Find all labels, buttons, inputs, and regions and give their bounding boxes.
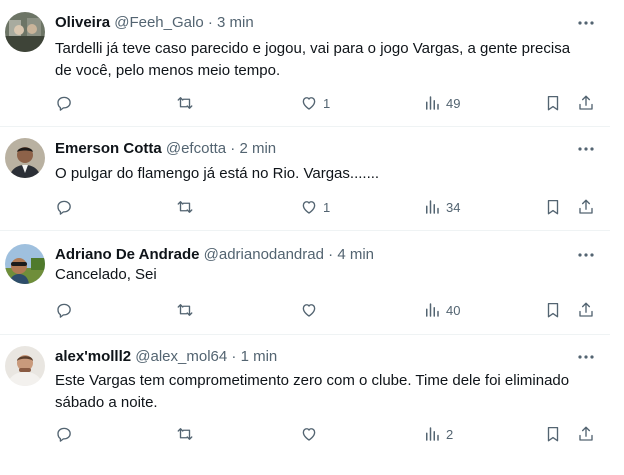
more-icon[interactable] <box>576 142 596 156</box>
reply-icon <box>57 200 71 215</box>
views-icon <box>426 303 439 317</box>
tweet-header: Oliveira @Feeh_Galo · 3 min <box>55 14 254 32</box>
like-button[interactable] <box>300 299 323 321</box>
reply-icon <box>57 96 71 111</box>
heart-icon <box>302 428 316 441</box>
share-button[interactable] <box>577 196 595 218</box>
bookmark-button[interactable] <box>544 196 562 218</box>
display-name[interactable]: Adriano De Andrade <box>55 246 199 263</box>
tweet-header: Emerson Cotta @efcotta · 2 min <box>55 140 276 158</box>
retweet-icon <box>177 97 193 109</box>
views-icon <box>426 427 439 441</box>
share-button[interactable] <box>577 299 595 321</box>
views-icon <box>426 96 439 110</box>
share-button[interactable] <box>577 423 595 445</box>
reply-feed: Oliveira @Feeh_Galo · 3 min Tardelli já … <box>0 0 624 475</box>
reply-icon <box>57 427 71 442</box>
like-button[interactable]: 1 <box>300 196 330 218</box>
view-count: 2 <box>446 426 454 442</box>
separator: · <box>227 348 241 365</box>
view-count: 34 <box>446 199 461 215</box>
tweet-text: O pulgar do flamengo já está no Rio. Var… <box>55 165 380 182</box>
like-button[interactable] <box>300 423 323 445</box>
share-icon <box>579 199 593 214</box>
tweet-item[interactable]: Emerson Cotta @efcotta · 2 min O pulgar … <box>0 126 610 231</box>
tweet-header: Adriano De Andrade @adrianodandrad · 4 m… <box>55 246 374 264</box>
tweet-actions: 2 <box>0 423 610 445</box>
tweet-text: Tardelli já teve caso parecido e jogou, … <box>55 40 571 79</box>
tweet-item[interactable]: Adriano De Andrade @adrianodandrad · 4 m… <box>0 230 610 335</box>
share-icon <box>579 95 593 110</box>
avatar[interactable] <box>5 346 45 386</box>
tweet-item[interactable]: alex'molll2 @alex_mol64 · 1 min Este Var… <box>0 334 610 475</box>
heart-icon <box>302 304 316 317</box>
retweet-button[interactable] <box>176 423 194 445</box>
bookmark-button[interactable] <box>544 92 562 114</box>
user-handle[interactable]: @adrianodandrad <box>204 246 324 263</box>
more-icon[interactable] <box>576 248 596 262</box>
views-button[interactable]: 34 <box>423 196 460 218</box>
bookmark-icon <box>547 302 559 318</box>
views-icon <box>426 200 439 214</box>
tweet-actions: 1 34 <box>0 196 610 218</box>
timestamp[interactable]: 3 min <box>217 14 254 31</box>
display-name[interactable]: alex'molll2 <box>55 348 131 365</box>
retweet-icon <box>177 428 193 440</box>
avatar[interactable] <box>5 138 45 178</box>
avatar[interactable] <box>5 244 45 284</box>
tweet-text: Cancelado, Sei <box>55 266 157 283</box>
share-icon <box>579 426 593 441</box>
more-icon[interactable] <box>576 16 596 30</box>
avatar[interactable] <box>5 12 45 52</box>
views-button[interactable]: 49 <box>423 92 460 114</box>
views-button[interactable]: 2 <box>423 423 453 445</box>
views-button[interactable]: 40 <box>423 299 460 321</box>
tweet-text: Este Vargas tem comprometimento zero com… <box>55 372 570 411</box>
view-count: 40 <box>446 302 461 318</box>
share-icon <box>579 302 593 317</box>
like-button[interactable]: 1 <box>300 92 330 114</box>
bookmark-icon <box>547 426 559 442</box>
heart-icon <box>302 97 316 110</box>
user-handle[interactable]: @alex_mol64 <box>135 348 227 365</box>
bookmark-icon <box>547 95 559 111</box>
reply-icon <box>57 303 71 318</box>
timestamp[interactable]: 4 min <box>337 246 374 263</box>
user-handle[interactable]: @efcotta <box>166 140 226 157</box>
heart-icon <box>302 201 316 214</box>
user-handle[interactable]: @Feeh_Galo <box>114 14 203 31</box>
separator: · <box>203 14 218 31</box>
share-button[interactable] <box>577 92 595 114</box>
bookmark-button[interactable] <box>544 423 562 445</box>
reply-button[interactable] <box>55 423 73 445</box>
retweet-icon <box>177 201 193 213</box>
retweet-button[interactable] <box>176 196 194 218</box>
reply-button[interactable] <box>55 92 73 114</box>
retweet-button[interactable] <box>176 92 194 114</box>
retweet-button[interactable] <box>176 299 194 321</box>
more-icon[interactable] <box>576 350 596 364</box>
view-count: 49 <box>446 95 461 111</box>
retweet-icon <box>177 304 193 316</box>
separator: · <box>323 246 338 263</box>
timestamp[interactable]: 2 min <box>239 140 276 157</box>
tweet-actions: 1 49 <box>0 92 610 114</box>
separator: · <box>226 140 240 157</box>
bookmark-button[interactable] <box>544 299 562 321</box>
bookmark-icon <box>547 199 559 215</box>
like-count: 1 <box>323 95 331 111</box>
reply-button[interactable] <box>55 299 73 321</box>
tweet-item[interactable]: Oliveira @Feeh_Galo · 3 min Tardelli já … <box>0 0 610 127</box>
like-count: 1 <box>323 199 331 215</box>
display-name[interactable]: Emerson Cotta <box>55 140 162 157</box>
tweet-header: alex'molll2 @alex_mol64 · 1 min <box>55 348 277 366</box>
display-name[interactable]: Oliveira <box>55 14 110 31</box>
reply-button[interactable] <box>55 196 73 218</box>
tweet-actions: 40 <box>0 299 610 321</box>
timestamp[interactable]: 1 min <box>241 348 278 365</box>
